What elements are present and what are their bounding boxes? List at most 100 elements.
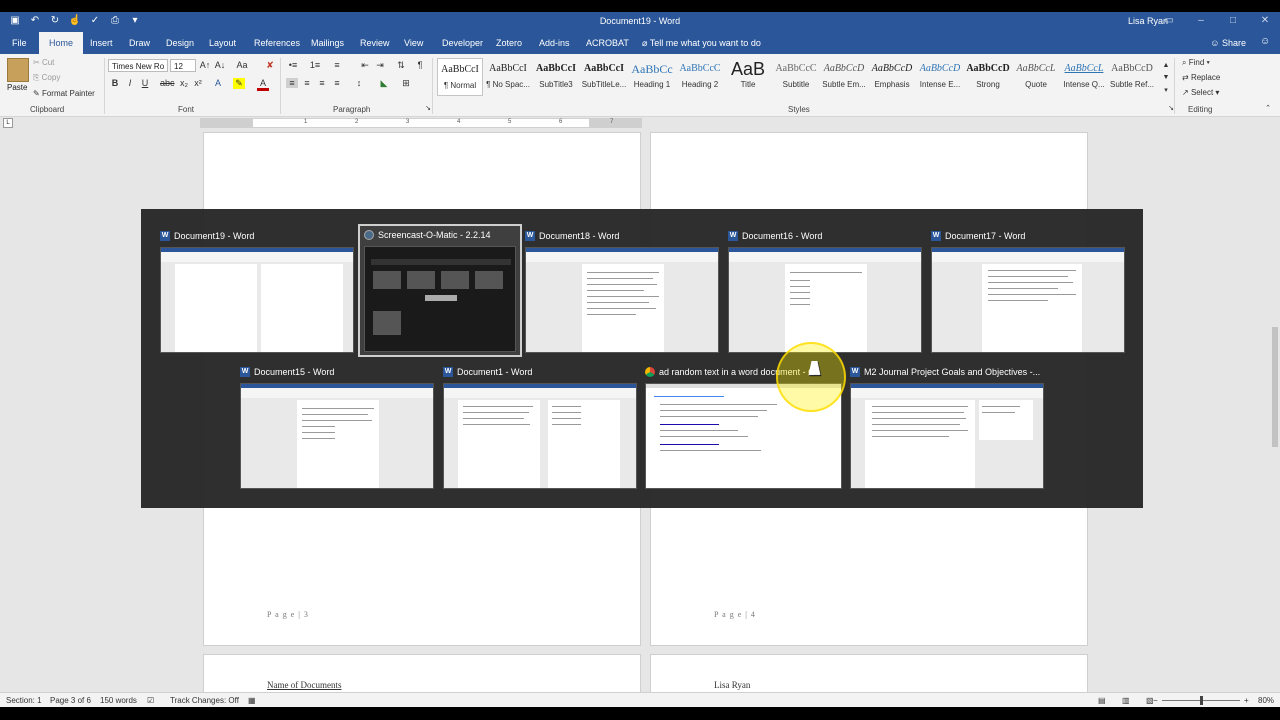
borders-icon[interactable]: ⊞	[400, 78, 412, 89]
switcher-window[interactable]: W Document17 - Word	[931, 227, 1125, 353]
justify-icon[interactable]: ≡	[331, 78, 343, 88]
font-name-input[interactable]: Times New Ro	[108, 59, 168, 72]
style-subtle-reference[interactable]: AaBbCcD Subtle Ref...	[1109, 58, 1155, 96]
switcher-window[interactable]: W M2 Journal Project Goals and Objectives…	[850, 363, 1044, 489]
proofing-icon[interactable]: ☑	[147, 696, 154, 705]
switcher-window[interactable]: W Document1 - Word	[443, 363, 637, 489]
font-size-input[interactable]: 12	[170, 59, 196, 72]
word-count[interactable]: 150 words	[100, 696, 137, 705]
tab-mailings[interactable]: Mailings	[311, 32, 344, 54]
align-right-icon[interactable]: ≡	[316, 78, 328, 88]
switcher-window-selected[interactable]: Screencast-O-Matic - 2.2.14	[358, 224, 522, 357]
style-title[interactable]: AaB Title	[725, 58, 771, 96]
ribbon-display-icon[interactable]: ▭	[1160, 13, 1178, 29]
replace-button[interactable]: ⇄ Replace	[1182, 73, 1220, 82]
style-intense-quote[interactable]: AaBbCcL Intense Q...	[1061, 58, 1107, 96]
show-marks-icon[interactable]: ¶	[414, 60, 426, 70]
feedback-icon[interactable]: ☺	[1260, 36, 1272, 48]
grow-font-icon[interactable]: A↑	[199, 60, 211, 70]
shrink-font-icon[interactable]: A↓	[214, 60, 226, 70]
maximize-icon[interactable]: □	[1224, 13, 1242, 29]
style-no-spacing[interactable]: AaBbCcI ¶ No Spac...	[485, 58, 531, 96]
tab-insert[interactable]: Insert	[90, 32, 113, 54]
sort-icon[interactable]: ⇅	[395, 60, 407, 71]
shading-icon[interactable]: ◣	[378, 78, 390, 89]
style-subtitle-le[interactable]: AaBbCcI SubTitleLe...	[581, 58, 627, 96]
tab-zotero[interactable]: Zotero	[496, 32, 522, 54]
copy-button[interactable]: ⎘ Copy	[33, 73, 60, 83]
tell-me-box[interactable]: ⌀ Tell me what you want to do	[642, 32, 761, 54]
horizontal-ruler[interactable]: 1 2 3 4 5 6 7	[200, 118, 642, 128]
close-icon[interactable]: ✕	[1256, 13, 1274, 29]
style-intense-emphasis[interactable]: AaBbCcD Intense E...	[917, 58, 963, 96]
track-changes-status[interactable]: Track Changes: Off	[170, 696, 239, 705]
section-indicator[interactable]: Section: 1	[6, 696, 42, 705]
share-button[interactable]: ☺ Share	[1210, 32, 1246, 54]
multilevel-list-icon[interactable]: ≡	[331, 60, 343, 70]
styles-more-icon[interactable]: ▾	[1160, 86, 1172, 94]
tab-layout[interactable]: Layout	[209, 32, 236, 54]
tab-draw[interactable]: Draw	[129, 32, 150, 54]
tab-view[interactable]: View	[404, 32, 423, 54]
tab-selector-icon[interactable]: L	[3, 118, 13, 128]
text-effects-icon[interactable]: A	[212, 78, 224, 88]
collapse-ribbon-icon[interactable]: ⌃	[1262, 104, 1274, 112]
font-color-icon[interactable]: A	[257, 78, 269, 91]
underline-icon[interactable]: U	[139, 78, 151, 88]
align-left-icon[interactable]: ≡	[286, 78, 298, 88]
style-subtitle3[interactable]: AaBbCcI SubTitle3	[533, 58, 579, 96]
paste-button[interactable]: Paste	[7, 83, 27, 92]
tab-references[interactable]: References	[254, 32, 300, 54]
style-normal[interactable]: AaBbCcI ¶ Normal	[437, 58, 483, 96]
numbering-icon[interactable]: 1≡	[309, 60, 321, 70]
change-case-icon[interactable]: Aa	[236, 60, 248, 70]
style-strong[interactable]: AaBbCcD Strong	[965, 58, 1011, 96]
paste-icon[interactable]	[7, 58, 29, 82]
increase-indent-icon[interactable]: ⇥	[374, 60, 386, 71]
tab-design[interactable]: Design	[166, 32, 194, 54]
superscript-icon[interactable]: x²	[192, 78, 204, 88]
decrease-indent-icon[interactable]: ⇤	[359, 60, 371, 71]
subscript-icon[interactable]: x₂	[178, 78, 190, 88]
zoom-out-icon[interactable]: −	[1153, 696, 1158, 705]
switcher-window[interactable]: W Document16 - Word	[728, 227, 922, 353]
tab-file[interactable]: File	[12, 32, 27, 54]
tab-home[interactable]: Home	[39, 32, 84, 54]
tab-acrobat[interactable]: ACROBAT	[586, 32, 629, 54]
style-heading-2[interactable]: AaBbCcC Heading 2	[677, 58, 723, 96]
select-button[interactable]: ↗ Select ▾	[1182, 88, 1219, 97]
style-emphasis[interactable]: AaBbCcD Emphasis	[869, 58, 915, 96]
find-button[interactable]: ⌕ Find ▾	[1182, 58, 1210, 68]
styles-scroll-down-icon[interactable]: ▼	[1160, 74, 1172, 81]
bullets-icon[interactable]: •≡	[287, 60, 299, 70]
align-center-icon[interactable]: ≡	[301, 78, 313, 88]
minimize-icon[interactable]: –	[1192, 13, 1210, 29]
format-painter-button[interactable]: ✎ Format Painter	[33, 89, 95, 98]
page-indicator[interactable]: Page 3 of 6	[50, 696, 91, 705]
read-mode-icon[interactable]: ▤	[1098, 696, 1106, 705]
bold-icon[interactable]: B	[109, 78, 121, 88]
zoom-level[interactable]: 80%	[1258, 696, 1274, 705]
scrollbar-thumb[interactable]	[1272, 327, 1278, 447]
tab-review[interactable]: Review	[360, 32, 390, 54]
style-heading-1[interactable]: AaBbCc Heading 1	[629, 58, 675, 96]
styles-launcher-icon[interactable]: ↘	[1165, 104, 1177, 112]
style-quote[interactable]: AaBbCcL Quote	[1013, 58, 1059, 96]
style-subtle-emphasis[interactable]: AaBbCcD Subtle Em...	[821, 58, 867, 96]
cut-button[interactable]: ✂ Cut	[33, 58, 54, 67]
print-layout-icon[interactable]: ▥	[1122, 696, 1130, 705]
zoom-slider-thumb[interactable]	[1200, 696, 1203, 705]
switcher-window[interactable]: W Document15 - Word	[240, 363, 434, 489]
line-spacing-icon[interactable]: ↕	[353, 78, 365, 88]
switcher-window[interactable]: W Document18 - Word	[525, 227, 719, 353]
style-subtitle[interactable]: AaBbCcC Subtitle	[773, 58, 819, 96]
styles-scroll-up-icon[interactable]: ▲	[1160, 62, 1172, 69]
vertical-scrollbar[interactable]	[1270, 117, 1280, 692]
zoom-in-icon[interactable]: +	[1244, 696, 1249, 705]
italic-icon[interactable]: I	[124, 78, 136, 88]
highlight-icon[interactable]: ✎	[233, 78, 245, 89]
switcher-window[interactable]: W Document19 - Word	[160, 227, 354, 353]
clear-formatting-icon[interactable]: ✘	[264, 60, 276, 71]
macro-icon[interactable]: ▦	[248, 696, 256, 705]
tab-developer[interactable]: Developer	[442, 32, 483, 54]
